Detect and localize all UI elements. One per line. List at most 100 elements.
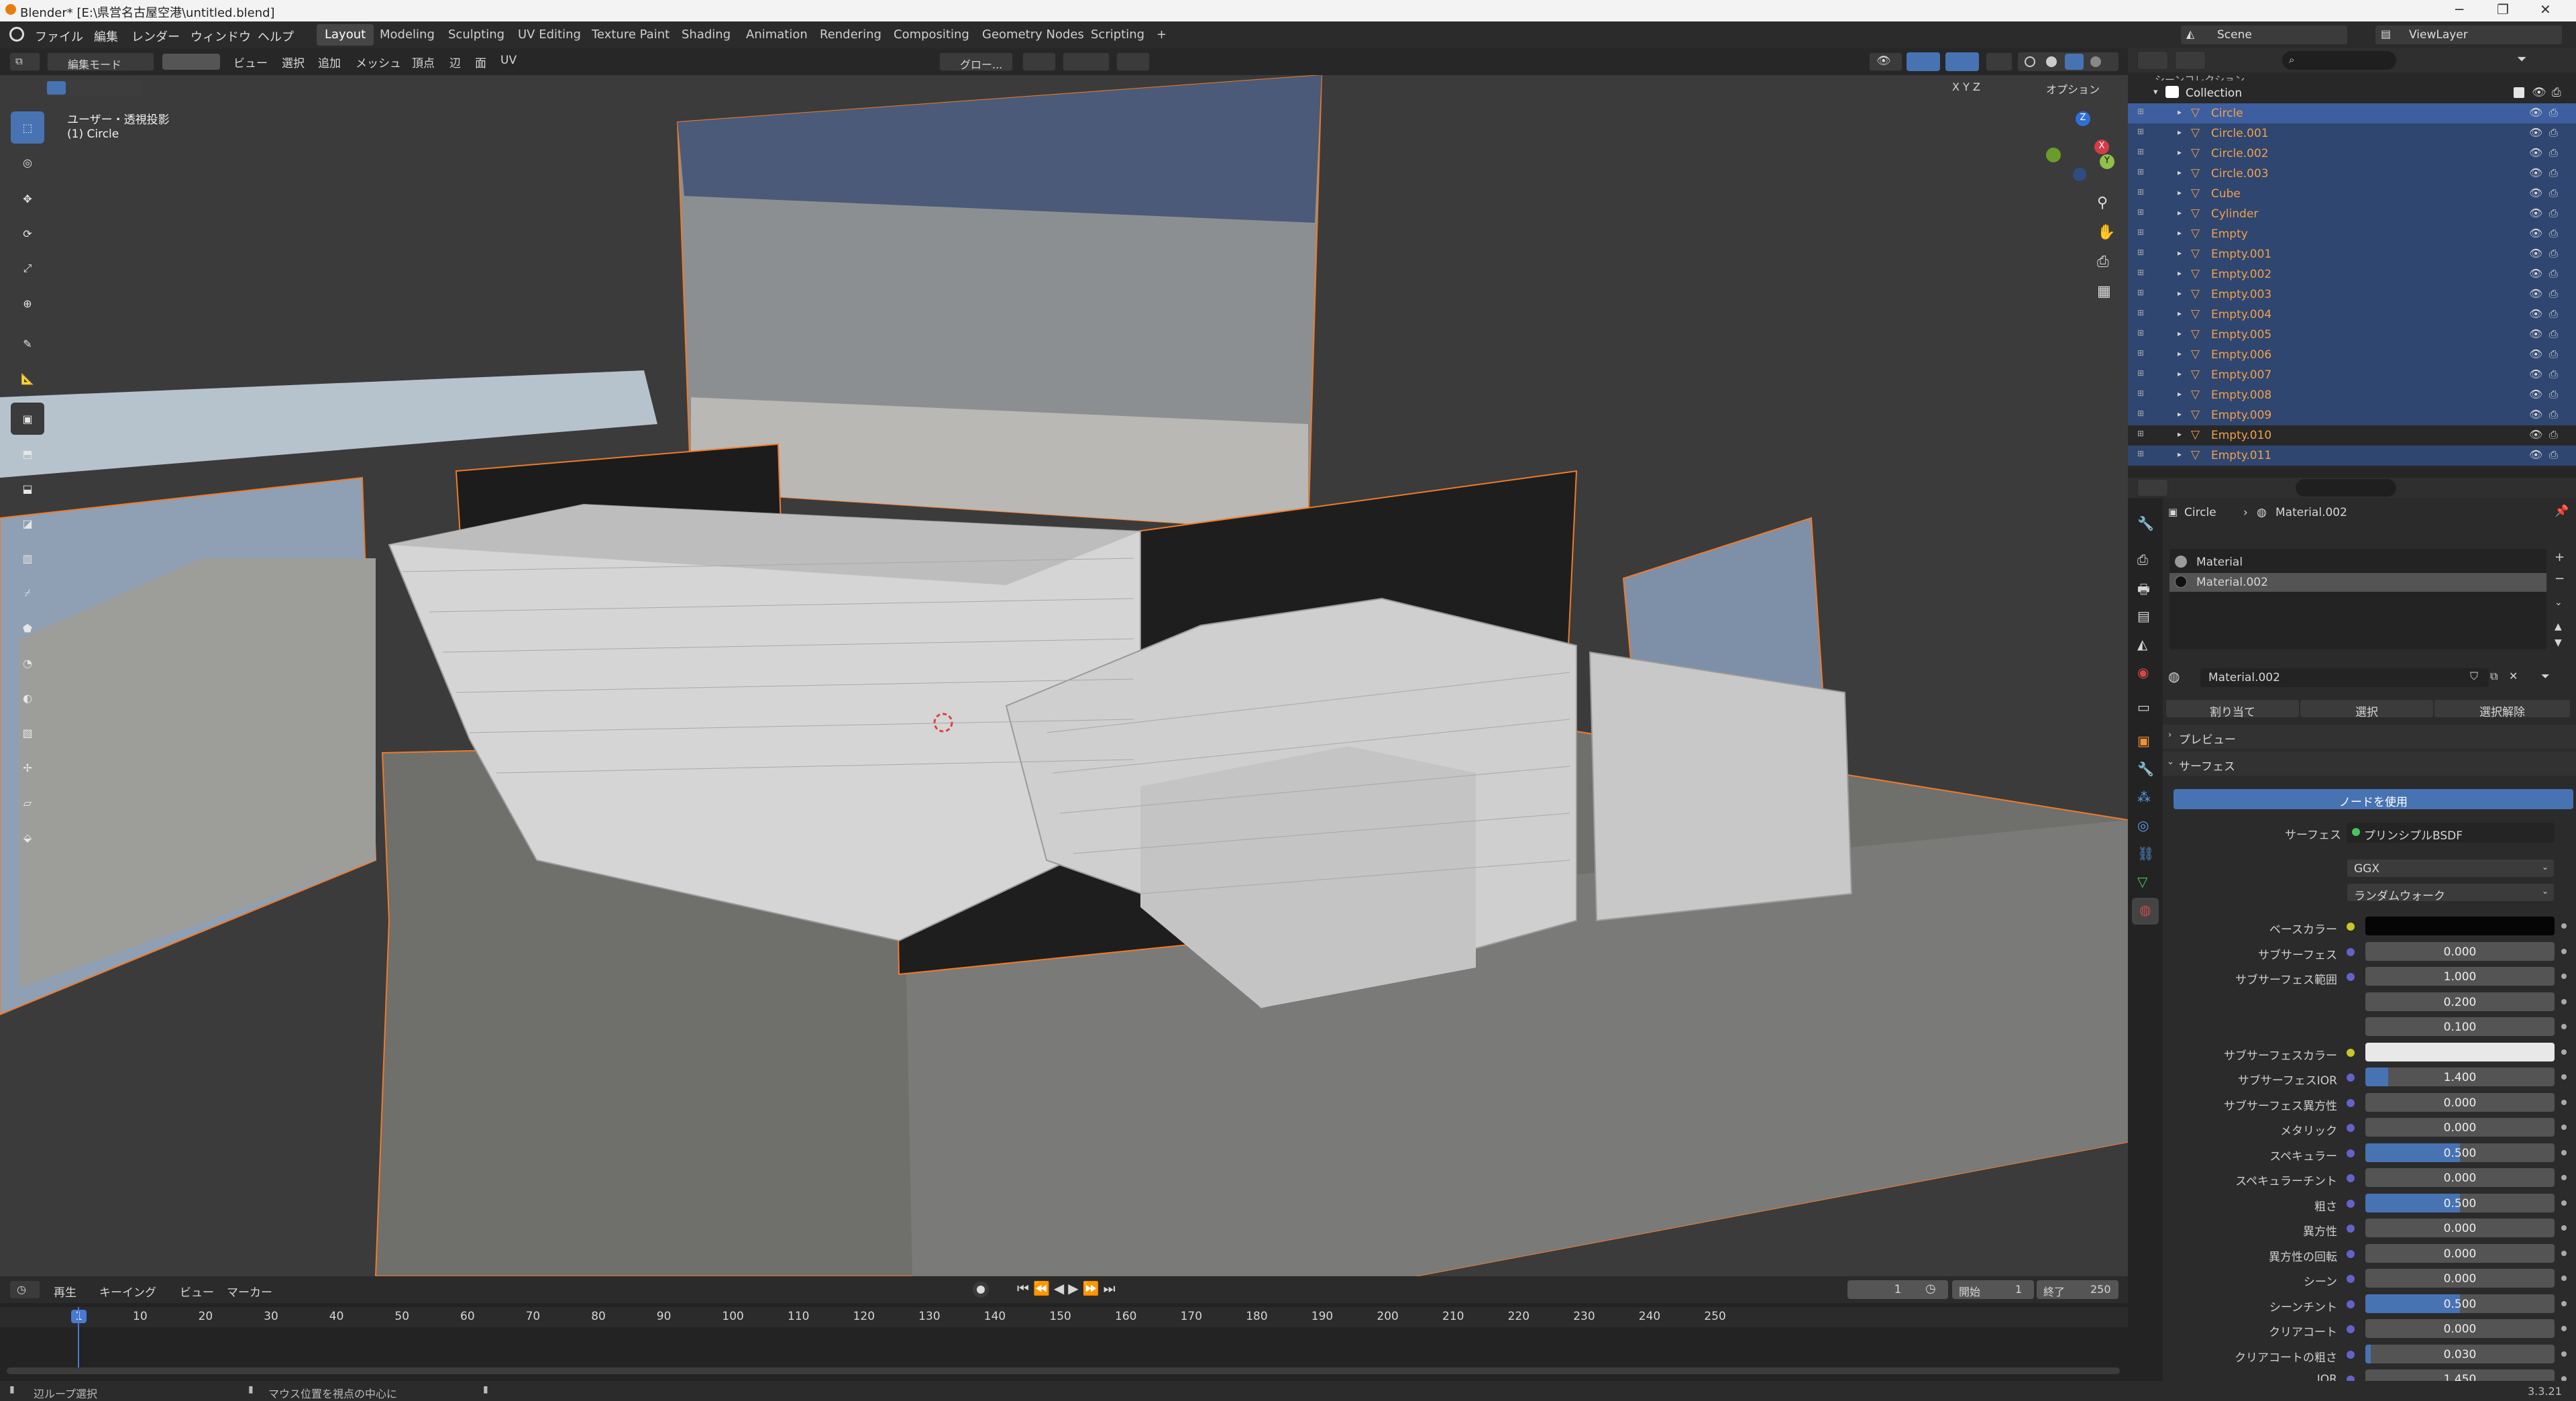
outliner-item[interactable]: ⊞ ▸ ▽ Empty.007 👁 ⎙ <box>2128 365 2576 385</box>
value-slider[interactable]: 0.500 <box>2365 1294 2555 1313</box>
render-camera-icon[interactable]: ⎙ <box>2549 267 2558 280</box>
socket-icon[interactable] <box>2347 1199 2355 1208</box>
collection-checkbox[interactable] <box>2514 87 2524 98</box>
outliner-select-icon[interactable]: ⊞ <box>2137 127 2144 136</box>
keyframe-dot-icon[interactable] <box>2561 1225 2567 1231</box>
timeline-editor-type[interactable]: ◷ <box>9 1280 40 1299</box>
outliner-select-icon[interactable]: ⊞ <box>2137 308 2144 317</box>
smooth-tool-icon[interactable]: ◐ <box>11 682 44 714</box>
xray-toggle[interactable] <box>1986 52 2012 71</box>
render-camera-icon[interactable]: ⎙ <box>2552 86 2561 99</box>
maximize-icon[interactable]: ❐ <box>2497 1 2509 17</box>
outliner-select-icon[interactable]: ⊞ <box>2137 207 2144 217</box>
socket-icon[interactable] <box>2347 1098 2355 1107</box>
vp-menu-mesh[interactable]: メッシュ <box>356 54 401 70</box>
tab-animation[interactable]: Animation <box>738 24 816 46</box>
gizmo-toggle[interactable] <box>1907 52 1940 71</box>
world-tab-icon[interactable]: ◉ <box>2137 664 2149 680</box>
expand-arrow-icon[interactable]: ▸ <box>2178 168 2182 177</box>
view-layer-selector[interactable]: ▤ ViewLayer <box>2375 25 2563 45</box>
expand-arrow-icon[interactable]: ▸ <box>2178 228 2182 238</box>
keyframe-dot-icon[interactable] <box>2561 1300 2567 1306</box>
add-cube-tool-icon[interactable]: ▣ <box>11 403 44 435</box>
outliner-select-icon[interactable]: ⊞ <box>2137 368 2144 378</box>
visibility-eye-icon[interactable]: 👁 <box>2529 408 2542 421</box>
deselect-button[interactable]: 選択解除 <box>2434 699 2571 719</box>
frame-ruler[interactable]: 1 10 20 30 40 50 60 70 80 90 100 110 120 130 140 150 160… <box>0 1307 2128 1327</box>
socket-icon[interactable] <box>2347 1350 2355 1359</box>
visibility-eye-icon[interactable]: 👁 <box>2529 307 2542 320</box>
expand-arrow-icon[interactable]: ▸ <box>2178 107 2182 117</box>
menu-file[interactable]: ファイル <box>35 28 83 45</box>
visibility-eye-icon[interactable]: 👁 <box>2529 187 2542 199</box>
subsurface-method-selector[interactable]: ランダムウォーク ⌄ <box>2347 883 2555 903</box>
visibility-eye-icon[interactable]: 👁 <box>2529 267 2542 280</box>
visibility-eye-icon[interactable]: 👁 <box>2529 388 2542 401</box>
value-slider[interactable]: 0.500 <box>2365 1193 2555 1212</box>
transform-orientation-selector[interactable]: グロー... <box>939 52 1013 71</box>
expand-arrow-icon[interactable]: ▸ <box>2178 289 2182 298</box>
properties-editor-type[interactable] <box>2137 479 2168 497</box>
visibility-eye-icon[interactable]: 👁 <box>2529 287 2542 300</box>
value-slider[interactable]: 0.030 <box>2365 1344 2555 1363</box>
add-slot-icon[interactable]: + <box>2555 550 2565 564</box>
timeline-menu-view[interactable]: ビュー <box>180 1283 214 1300</box>
cursor-tool-icon[interactable]: ◎ <box>11 146 44 178</box>
outliner-item[interactable]: ⊞ ▸ ▽ Empty.005 👁 ⎙ <box>2128 325 2576 345</box>
keyframe-dot-icon[interactable] <box>2561 1276 2567 1281</box>
gizmo-x-axis[interactable]: X <box>2094 140 2109 154</box>
outliner-item[interactable]: ⊞ ▸ ▽ Empty.004 👁 ⎙ <box>2128 305 2576 325</box>
solid-shading-icon[interactable] <box>2046 56 2057 67</box>
outliner-select-icon[interactable]: ⊞ <box>2137 288 2144 297</box>
outliner-item[interactable]: ⊞ ▸ ▽ Cube 👁 ⎙ <box>2128 184 2576 204</box>
value-slider[interactable]: 0.000 <box>2365 941 2555 961</box>
surface-panel-header[interactable]: ⌄ サーフェス <box>2163 751 2576 776</box>
remove-slot-icon[interactable]: − <box>2555 572 2565 586</box>
render-camera-icon[interactable]: ⎙ <box>2549 207 2558 220</box>
value-slider[interactable]: 0.000 <box>2365 1269 2555 1288</box>
tab-geometry-nodes[interactable]: Geometry Nodes <box>974 24 1092 46</box>
menu-window[interactable]: ウィンドウ <box>191 28 251 45</box>
outliner-item[interactable]: ⊞ ▸ ▽ Empty.002 👁 ⎙ <box>2128 264 2576 284</box>
keyframe-dot-icon[interactable] <box>2561 1049 2567 1055</box>
bevel-tool-icon[interactable]: ◪ <box>11 507 44 539</box>
visibility-eye-icon[interactable]: 👁 <box>2529 166 2542 179</box>
expand-arrow-icon[interactable]: ▸ <box>2178 309 2182 318</box>
value-slider[interactable]: 0.500 <box>2365 1143 2555 1162</box>
render-camera-icon[interactable]: ⎙ <box>2549 287 2558 301</box>
knife-tool-icon[interactable]: ⌿ <box>11 577 44 609</box>
expand-arrow-icon[interactable]: ▸ <box>2178 389 2182 399</box>
visibility-eye-icon[interactable]: 👁 <box>2529 247 2542 260</box>
shear-tool-icon[interactable]: ▱ <box>11 786 44 819</box>
outliner-item[interactable]: ⊞ ▸ ▽ Empty.010 👁 ⎙ <box>2128 425 2576 446</box>
rip-tool-icon[interactable]: ⬙ <box>11 821 44 853</box>
move-up-icon[interactable]: ▲ <box>2555 621 2562 632</box>
vp-menu-edge[interactable]: 辺 <box>449 54 461 70</box>
tab-scripting[interactable]: Scripting <box>1083 24 1152 46</box>
visibility-eye-icon[interactable]: 👁 <box>2529 146 2542 159</box>
rotate-tool-icon[interactable]: ⟳ <box>11 217 44 250</box>
wireframe-shading-icon[interactable] <box>2025 56 2035 67</box>
axis-y-toggle[interactable]: Y <box>1963 81 1970 93</box>
assign-button[interactable]: 割り当て <box>2165 699 2300 719</box>
socket-icon[interactable] <box>2347 1275 2355 1283</box>
vp-menu-view[interactable]: ビュー <box>233 54 268 70</box>
render-camera-icon[interactable]: ⎙ <box>2549 247 2558 260</box>
expand-arrow-icon[interactable]: ▸ <box>2178 450 2182 459</box>
outliner-select-icon[interactable]: ⊞ <box>2137 167 2144 176</box>
outliner-item[interactable]: ⊞ ▸ ▽ Circle 👁 ⎙ <box>2128 103 2576 123</box>
visibility-eye-icon[interactable]: 👁 <box>2529 368 2542 380</box>
expand-arrow-icon[interactable]: ▸ <box>2178 429 2182 439</box>
constraints-tab-icon[interactable]: ⛓ <box>2137 845 2154 862</box>
socket-icon[interactable] <box>2347 1249 2355 1258</box>
select-mode-buttons[interactable] <box>162 54 220 70</box>
outliner-item[interactable]: ⊞ ▸ ▽ Circle.001 👁 ⎙ <box>2128 123 2576 144</box>
properties-search-input[interactable] <box>2296 479 2396 497</box>
expand-arrow-icon[interactable]: ▸ <box>2178 409 2182 419</box>
render-camera-icon[interactable]: ⎙ <box>2549 307 2558 321</box>
tab-texture-paint[interactable]: Texture Paint <box>584 24 678 46</box>
gizmo-y-axis[interactable]: Y <box>2100 154 2114 169</box>
perspective-grid-icon[interactable]: ▦ <box>2097 283 2111 300</box>
material-browse-icon[interactable]: ◍ <box>2168 668 2180 684</box>
outliner-item[interactable]: ⊞ ▸ ▽ Circle.003 👁 ⎙ <box>2128 164 2576 184</box>
